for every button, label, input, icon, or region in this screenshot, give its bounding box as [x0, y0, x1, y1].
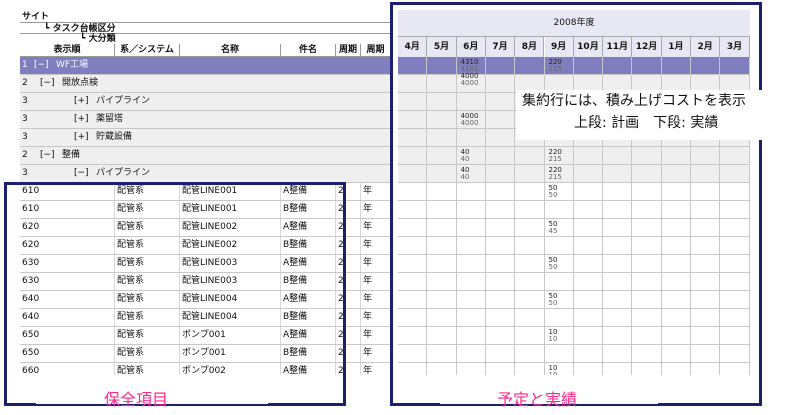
cell-p2: 年	[363, 201, 390, 218]
group-label: WF工場	[56, 60, 89, 70]
cell-p2: 年	[363, 237, 390, 254]
group-row[interactable]: 3 [+] 薬留塔	[20, 111, 390, 129]
row-level: 2	[22, 78, 28, 88]
expand-toggle[interactable]: [−]	[34, 57, 49, 74]
col-system[interactable]: 系／システム	[115, 44, 180, 56]
expand-toggle[interactable]: [−]	[40, 75, 55, 92]
row-level: 3	[22, 114, 28, 124]
col-period-1[interactable]: 周期	[336, 44, 361, 56]
expand-toggle[interactable]: [−]	[74, 165, 89, 182]
cell-p2: 年	[363, 255, 390, 272]
col-name[interactable]: 名称	[180, 44, 281, 56]
group-row[interactable]: 3 [+] 貯蔵設備	[20, 129, 390, 147]
group-row[interactable]: 2 [−] 整備	[20, 147, 390, 165]
callout-line-2: 上段: 計画 下段: 実績	[574, 115, 719, 131]
row-level: 3	[22, 96, 28, 106]
group-label: パイプライン	[96, 168, 151, 178]
row-level: 1	[22, 60, 28, 70]
group-row[interactable]: 3 [+] パイプライン	[20, 93, 390, 111]
callout-line-1: 集約行には、積み上げコストを表示	[522, 93, 746, 109]
col-period-2[interactable]: 周期	[361, 44, 390, 56]
cell-p2: 年	[363, 219, 390, 236]
expand-toggle[interactable]: [+]	[74, 129, 89, 146]
group-label: 整備	[62, 150, 81, 160]
cell-p2: 年	[363, 291, 390, 308]
right-frame	[390, 2, 762, 406]
cell-p2: 年	[363, 273, 390, 290]
expand-toggle[interactable]: [+]	[74, 93, 89, 110]
cell-p2: 年	[363, 363, 390, 375]
left-frame	[4, 182, 346, 406]
tree-elbow-icon: ┗	[80, 34, 89, 44]
maintenance-schedule-screen: サイト ┗ タスク台帳区分 ┗ 大分類 表示順 系／システム 名称 件名 周期 …	[0, 0, 800, 415]
cell-p2: 年	[363, 345, 390, 362]
col-item[interactable]: 件名	[281, 44, 336, 56]
group-row[interactable]: 3 [−] パイプライン	[20, 165, 390, 183]
cell-p2: 年	[363, 327, 390, 344]
row-level: 2	[22, 150, 28, 160]
cell-p2: 年	[363, 309, 390, 326]
label-plan-and-results: 予定と実績	[497, 390, 578, 409]
row-level: 3	[22, 168, 28, 178]
callout-note: 集約行には、積み上げコストを表示 上段: 計画 下段: 実績	[516, 90, 798, 140]
row-level: 3	[22, 132, 28, 142]
group-row[interactable]: 2 [−] 開放点検	[20, 75, 390, 93]
group-label: 開放点検	[62, 78, 99, 88]
group-label: パイプライン	[96, 96, 151, 106]
expand-toggle[interactable]: [−]	[40, 147, 55, 164]
col-order[interactable]: 表示順	[20, 44, 115, 56]
expand-toggle[interactable]: [+]	[74, 111, 89, 128]
group-row[interactable]: 1 [−] WF工場	[20, 57, 390, 75]
cell-p2: 年	[363, 183, 390, 200]
group-label: 薬留塔	[96, 114, 124, 124]
group-label: 貯蔵設備	[96, 132, 133, 142]
label-maintenance-items: 保全項目	[104, 390, 169, 409]
